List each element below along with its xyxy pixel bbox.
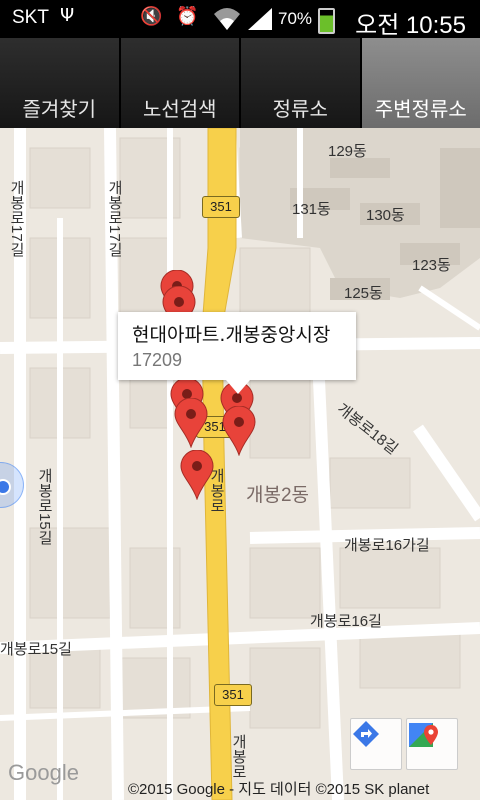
clock: 오전 10:55 <box>355 12 466 39</box>
tab-label: 노선검색 <box>142 97 217 121</box>
road-label: 개봉로16가길 <box>344 537 430 554</box>
directions-icon <box>353 721 379 747</box>
battery-charging-icon <box>318 8 335 34</box>
building-label: 130동 <box>366 207 405 224</box>
tab-favorites[interactable]: 즐겨찾기 <box>0 38 121 128</box>
signal-icon <box>246 6 274 37</box>
tab-bus-stop[interactable]: 정류소 <box>241 38 362 128</box>
road-label: 개봉로17길 <box>8 180 25 257</box>
battery-percent: 70% <box>278 9 313 28</box>
road-label: 개봉로15길 <box>0 641 72 658</box>
road-label: 개봉로 <box>230 734 247 779</box>
stop-name: 현대아파트.개봉중앙시장 <box>132 324 331 346</box>
bus-stop-pin[interactable] <box>222 406 256 456</box>
tab-label: 즐겨찾기 <box>22 97 97 121</box>
directions-button[interactable] <box>350 718 402 770</box>
tab-label: 정류소 <box>272 97 328 121</box>
wifi-icon <box>212 6 242 37</box>
google-maps-icon <box>409 723 438 747</box>
building-label: 123동 <box>412 257 451 274</box>
district-label: 개봉2동 <box>246 485 310 506</box>
stop-code: 17209 <box>132 350 183 370</box>
tab-bar: 즐겨찾기 노선검색 정류소 주변정류소 <box>0 38 480 128</box>
road-label: 개봉로15길 <box>36 468 53 545</box>
route-shield: 351 <box>214 684 252 706</box>
stop-info-window[interactable]: 현대아파트.개봉중앙시장 17209 <box>118 312 356 394</box>
tab-label: 주변정류소 <box>374 97 467 121</box>
tab-nearby-stops[interactable]: 주변정류소 <box>361 38 480 128</box>
tab-route-search[interactable]: 노선검색 <box>120 38 241 128</box>
carrier-label: SKT <box>12 7 49 28</box>
google-logo: Google <box>8 760 79 785</box>
alarm-icon: ⏰ <box>176 6 199 27</box>
map-copyright: ©2015 Google - 지도 데이터 ©2015 SK planet <box>128 781 430 798</box>
building-label: 131동 <box>292 201 331 218</box>
mute-icon: 🔇 <box>140 6 163 27</box>
open-in-maps-button[interactable] <box>406 718 458 770</box>
status-bar: SKT Ψ 🔇 ⏰ 70% 오전 10:55 <box>0 0 480 39</box>
road-label: 개봉로16길 <box>310 613 382 630</box>
usb-icon: Ψ <box>60 5 75 26</box>
bus-stop-pin[interactable] <box>174 398 208 448</box>
building-label: 129동 <box>328 143 367 160</box>
bus-stop-pin[interactable] <box>180 450 214 500</box>
road-label: 개봉로17길 <box>106 180 123 257</box>
map-view[interactable]: 129동 131동 130동 123동 125동 개봉로17길 개봉로17길 개… <box>0 128 480 800</box>
building-label: 125동 <box>344 285 383 302</box>
route-shield: 351 <box>202 196 240 218</box>
